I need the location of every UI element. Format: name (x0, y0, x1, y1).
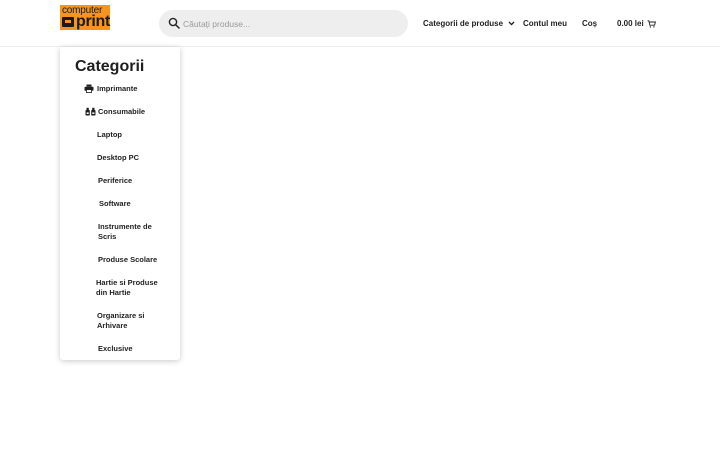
chevron-down-icon (508, 21, 515, 26)
dropdown-title: Categorii (75, 58, 145, 75)
category-label: Consumabile (98, 107, 146, 116)
category-label: Instrumente de Scris (98, 222, 152, 241)
category-label: Produse Scolare (98, 255, 158, 264)
category-label: Hartie si Produse din Hartie (96, 278, 158, 297)
nav-cart-link[interactable]: Coș (582, 0, 597, 47)
nav-cart-label: Coș (582, 19, 598, 28)
category-label: Exclusive (98, 344, 133, 353)
category-label: Software (99, 199, 131, 208)
search-input[interactable] (183, 10, 398, 37)
categories-dropdown: Categorii Imprimante Consumabile Laptop … (60, 47, 180, 360)
category-label: Laptop (97, 130, 122, 139)
shopping-cart-icon (647, 19, 656, 28)
logo-text-bottom: print (76, 13, 111, 30)
search-icon[interactable] (168, 17, 180, 29)
ink-cartridge-icon (85, 107, 96, 116)
logo-printer-icon (62, 17, 74, 27)
search-bar (159, 10, 408, 37)
category-label: Organizare si Arhivare (97, 311, 145, 330)
nav-categories-menu[interactable]: Categorii de produse (423, 0, 515, 47)
printer-icon (84, 84, 94, 93)
nav-categories-label: Categorii de produse (423, 19, 504, 28)
cart-total-button[interactable]: 0.00 lei (617, 0, 656, 47)
site-logo[interactable]: computer print (60, 5, 110, 30)
site-header: computer print Categorii de produse Cont… (0, 0, 720, 47)
cart-total-amount: 0.00 lei (617, 19, 644, 28)
category-label: Desktop PC (97, 153, 140, 162)
category-label: Imprimante (97, 84, 138, 93)
nav-account-label: Contul meu (523, 19, 567, 28)
category-label: Periferice (98, 176, 133, 185)
nav-account-link[interactable]: Contul meu (523, 0, 567, 47)
